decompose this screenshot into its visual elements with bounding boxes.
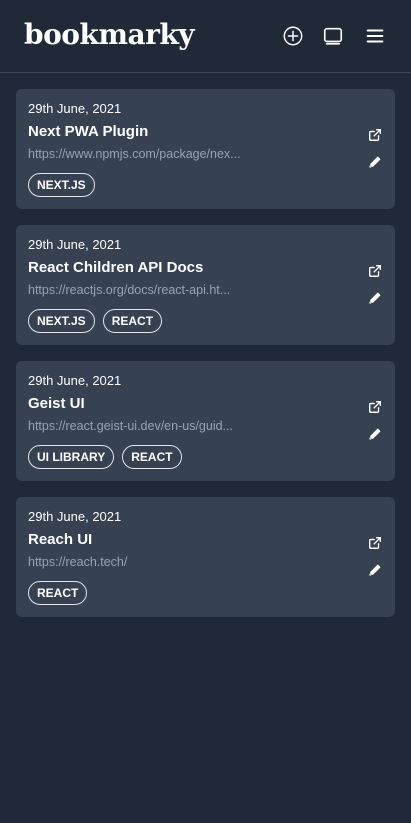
bookmark-tags: NEXT.JS xyxy=(28,173,383,197)
bookmark-date: 29th June, 2021 xyxy=(28,509,122,524)
edit-bookmark-button[interactable] xyxy=(367,562,383,578)
open-link-button[interactable] xyxy=(367,535,383,551)
plus-circle-icon xyxy=(283,26,303,46)
toggle-view-button[interactable] xyxy=(321,24,345,48)
bookmark-card: 29th June, 2021 Reach UI https://reach.t… xyxy=(16,497,395,617)
external-link-icon xyxy=(369,401,381,413)
pencil-icon xyxy=(369,156,381,168)
bookmark-url[interactable]: https://reactjs.org/docs/react-api.ht... xyxy=(28,282,383,298)
bookmark-title[interactable]: Next PWA Plugin xyxy=(28,123,383,141)
edit-bookmark-button[interactable] xyxy=(367,154,383,170)
tag-chip[interactable]: REACT xyxy=(102,309,163,333)
bookmark-url[interactable]: https://react.geist-ui.dev/en-us/guid... xyxy=(28,418,383,434)
tag-chip[interactable]: NEXT.JS xyxy=(28,173,95,197)
external-link-icon xyxy=(369,537,381,549)
bookmark-title[interactable]: Reach UI xyxy=(28,531,383,549)
bookmark-date: 29th June, 2021 xyxy=(28,237,122,252)
bookmark-title[interactable]: React Children API Docs xyxy=(28,259,383,277)
open-link-button[interactable] xyxy=(367,263,383,279)
bookmark-date: 29th June, 2021 xyxy=(28,101,122,116)
bookmark-tags: REACT xyxy=(28,581,383,605)
pencil-icon xyxy=(369,428,381,440)
tag-chip[interactable]: REACT xyxy=(122,445,182,469)
bookmark-url[interactable]: https://www.npmjs.com/package/nex... xyxy=(28,146,383,162)
pencil-icon xyxy=(369,564,381,576)
pencil-icon xyxy=(369,292,381,304)
tag-chip[interactable]: UI LIBRARY xyxy=(28,445,115,469)
display-icon xyxy=(323,27,343,45)
open-link-button[interactable] xyxy=(367,399,383,415)
hamburger-menu-icon xyxy=(366,29,384,43)
bookmark-card: 29th June, 2021 Next PWA Plugin https://… xyxy=(16,89,395,209)
app-header: bookmarky xyxy=(0,0,411,73)
external-link-icon xyxy=(369,129,381,141)
tag-chip[interactable]: REACT xyxy=(28,581,88,605)
add-bookmark-button[interactable] xyxy=(281,24,305,48)
bookmark-title[interactable]: Geist UI xyxy=(28,395,383,413)
bookmark-tags: UI LIBRARY REACT xyxy=(28,445,383,469)
menu-button[interactable] xyxy=(363,24,387,48)
edit-bookmark-button[interactable] xyxy=(367,290,383,306)
edit-bookmark-button[interactable] xyxy=(367,426,383,442)
bookmark-url[interactable]: https://reach.tech/ xyxy=(28,554,383,570)
bookmark-list: 29th June, 2021 Next PWA Plugin https://… xyxy=(0,73,411,617)
bookmark-tags: NEXT.JS REACT xyxy=(28,309,383,333)
app-logo[interactable]: bookmarky xyxy=(24,17,195,53)
bookmark-card: 29th June, 2021 Geist UI https://react.g… xyxy=(16,361,395,481)
open-link-button[interactable] xyxy=(367,127,383,143)
bookmark-date: 29th June, 2021 xyxy=(28,373,122,388)
tag-chip[interactable]: NEXT.JS xyxy=(28,309,95,333)
external-link-icon xyxy=(369,265,381,277)
bookmark-card: 29th June, 2021 React Children API Docs … xyxy=(16,225,395,345)
